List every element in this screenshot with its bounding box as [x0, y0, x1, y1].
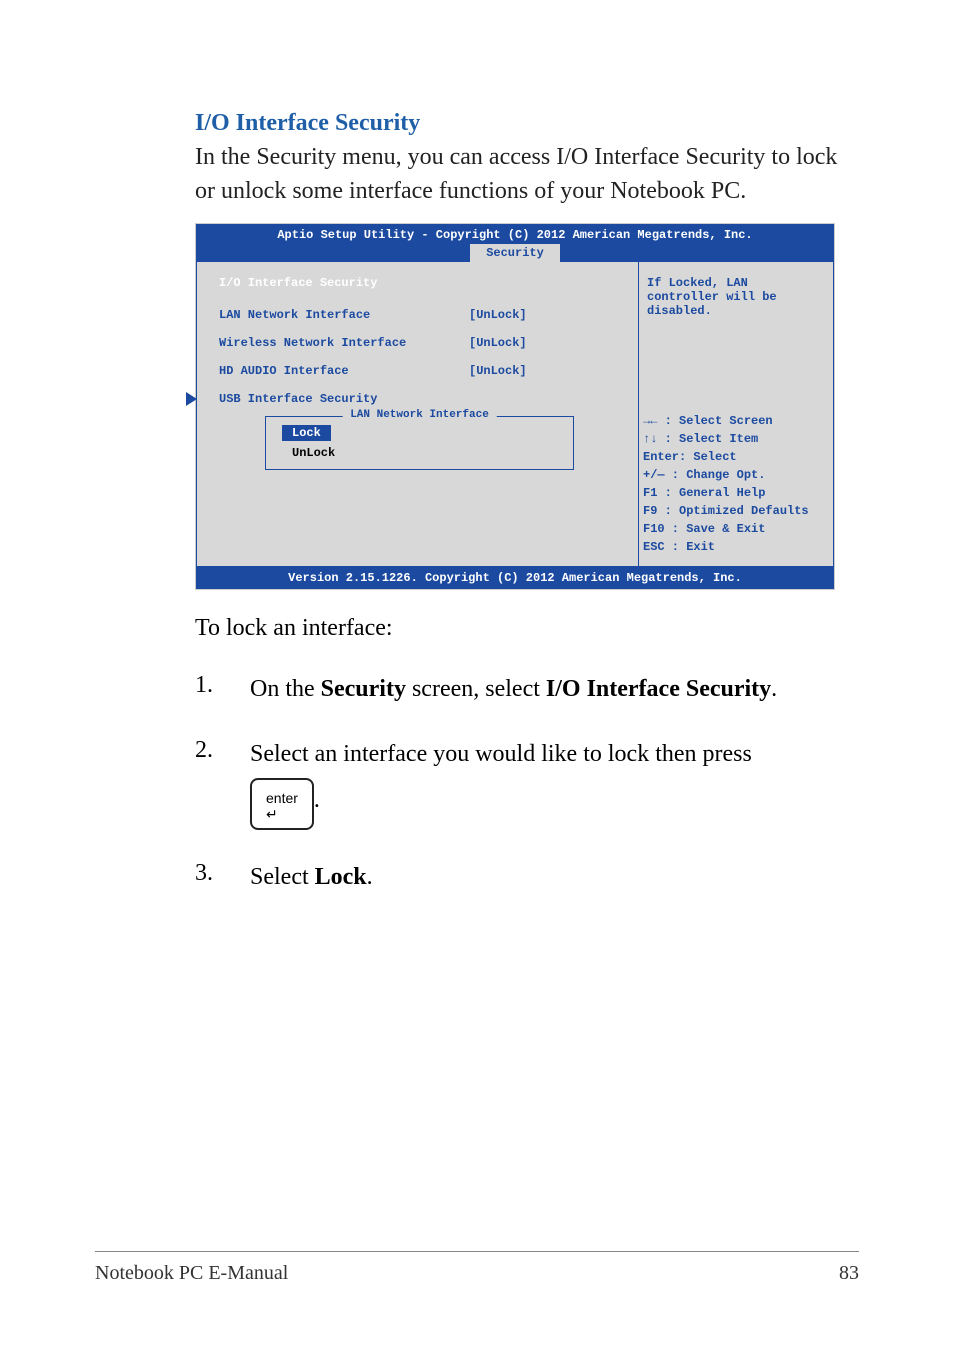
key-enter: Enter: Select: [643, 448, 829, 466]
step-text: Select an interface you would like to lo…: [250, 741, 752, 767]
enter-key-label: enter: [266, 790, 298, 825]
footer-left: Notebook PC E-Manual: [95, 1262, 288, 1285]
step-bold: Lock: [315, 864, 367, 890]
key-exit: ESC : Exit: [643, 538, 829, 556]
key-select-screen: →← : Select Screen: [643, 412, 829, 430]
dropdown-option-unlock: UnLock: [282, 445, 557, 461]
bios-keys-help: →← : Select Screen ↑↓ : Select Item Ente…: [639, 402, 833, 566]
bios-help-text: If Locked, LAN controller will be disabl…: [639, 262, 833, 402]
key-change-opt: +/— : Change Opt.: [643, 466, 829, 484]
step-text: screen, select: [406, 676, 546, 702]
step-1: 1. On the Security screen, select I/O In…: [195, 672, 859, 707]
bios-row-wireless: Wireless Network Interface [UnLock]: [205, 336, 634, 350]
step-text: Select: [250, 864, 315, 890]
enter-key-icon: enter: [250, 778, 314, 831]
step-text: On the: [250, 676, 321, 702]
row-value: [UnLock]: [469, 364, 527, 378]
row-label: LAN Network Interface: [219, 308, 469, 322]
section-heading: I/O Interface Security: [195, 110, 859, 137]
step-text: .: [367, 864, 373, 890]
page-number: 83: [839, 1262, 859, 1285]
intro-paragraph: In the Security menu, you can access I/O…: [195, 141, 859, 208]
bios-submenu-usb: USB Interface Security: [205, 392, 634, 406]
tab-security: Security: [470, 244, 560, 262]
bios-row-lan: LAN Network Interface [UnLock]: [205, 308, 634, 322]
step-2: 2. Select an interface you would like to…: [195, 737, 859, 830]
step-number: 3.: [195, 860, 250, 887]
instruction-lead: To lock an interface:: [195, 615, 859, 642]
row-value: [UnLock]: [469, 308, 527, 322]
submenu-label: USB Interface Security: [205, 392, 455, 406]
dropdown-title: LAN Network Interface: [342, 409, 497, 421]
bios-row-hdaudio: HD AUDIO Interface [UnLock]: [205, 364, 634, 378]
page-footer: Notebook PC E-Manual 83: [95, 1251, 859, 1285]
key-general-help: F1 : General Help: [643, 484, 829, 502]
bios-section-title: I/O Interface Security: [205, 276, 634, 290]
key-optimized: F9 : Optimized Defaults: [643, 502, 829, 520]
dropdown-option-lock: Lock: [282, 425, 331, 441]
step-text: .: [314, 787, 320, 813]
bios-dropdown: LAN Network Interface Lock UnLock: [265, 416, 574, 470]
step-text: .: [771, 676, 777, 702]
key-save-exit: F10 : Save & Exit: [643, 520, 829, 538]
step-3: 3. Select Lock.: [195, 860, 859, 895]
bios-titlebar: Aptio Setup Utility - Copyright (C) 2012…: [196, 224, 834, 262]
key-select-item: ↑↓ : Select Item: [643, 430, 829, 448]
step-bold: I/O Interface Security: [546, 676, 771, 702]
row-label: Wireless Network Interface: [219, 336, 469, 350]
step-number: 1.: [195, 672, 250, 699]
bios-title-text: Aptio Setup Utility - Copyright (C) 2012…: [204, 228, 826, 244]
bios-screenshot: Aptio Setup Utility - Copyright (C) 2012…: [195, 223, 835, 590]
row-value: [UnLock]: [469, 336, 527, 350]
step-bold: Security: [321, 676, 406, 702]
triangle-right-icon: [186, 392, 197, 406]
row-label: HD AUDIO Interface: [219, 364, 469, 378]
step-number: 2.: [195, 737, 250, 764]
bios-footer: Version 2.15.1226. Copyright (C) 2012 Am…: [196, 567, 834, 589]
